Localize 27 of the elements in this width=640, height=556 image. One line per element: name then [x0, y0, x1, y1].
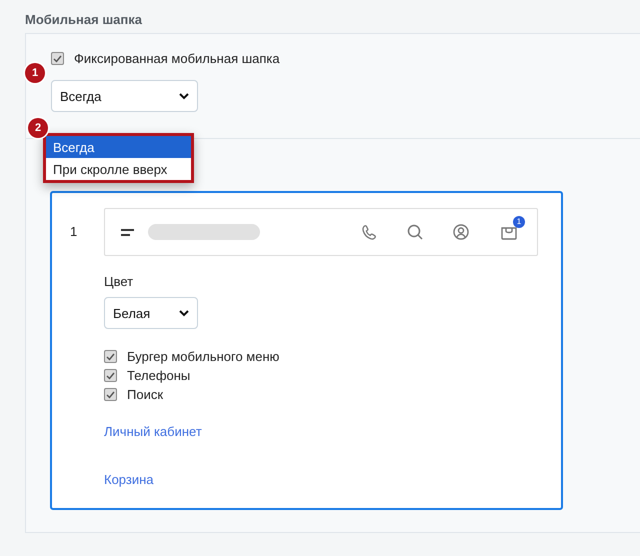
field-label: Цвет [104, 274, 134, 289]
phone-icon [361, 224, 377, 240]
color-select[interactable]: Белая [104, 297, 198, 329]
cart-icon [501, 224, 517, 240]
checkbox[interactable] [51, 52, 64, 65]
link[interactable]: Корзина [104, 472, 154, 487]
checkbox-label: Поиск [127, 387, 164, 402]
menu-icon [121, 228, 134, 236]
chevron-icon [179, 310, 189, 316]
checkbox[interactable] [104, 388, 117, 401]
row-number: 1 [70, 224, 78, 240]
checkbox[interactable] [104, 369, 117, 382]
section-title: Мобильная шапка [24, 11, 143, 29]
cart-badge: 1 [513, 216, 525, 228]
checkbox[interactable] [104, 350, 117, 363]
mode-select[interactable]: Всегда [51, 80, 198, 112]
search-icon [407, 224, 423, 240]
checkbox-label: Телефоны [127, 368, 190, 383]
dropdown-option[interactable]: При скролле вверх [46, 158, 191, 180]
user-icon [453, 224, 469, 240]
step-marker: 2 [28, 118, 48, 138]
chevron-icon [179, 92, 189, 100]
checkbox-label: Бургер мобильного меню [127, 349, 280, 364]
link[interactable]: Личный кабинет [104, 424, 202, 439]
step-marker: 1 [25, 63, 45, 83]
dropdown-option[interactable]: Всегда [46, 136, 191, 158]
checkbox-label: Фиксированная мобильная шапка [74, 51, 280, 66]
